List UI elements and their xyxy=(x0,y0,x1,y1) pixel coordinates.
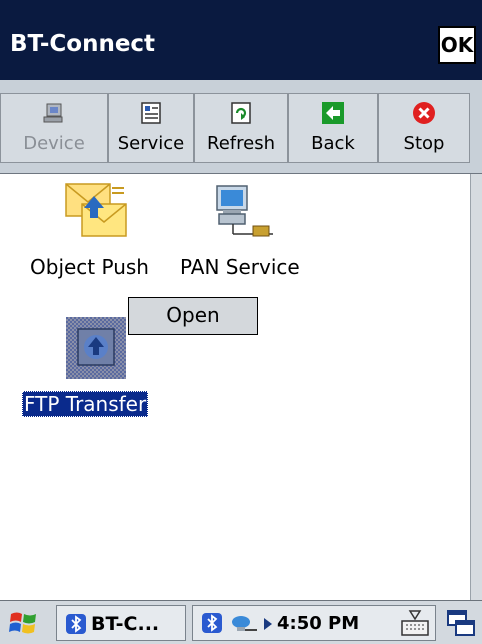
refresh-icon xyxy=(231,102,251,124)
device-button[interactable]: Device xyxy=(0,93,108,163)
context-menu-open[interactable]: Open xyxy=(129,302,257,328)
network-icon[interactable] xyxy=(231,613,261,635)
toolbar: Device Service Refresh Back Stop xyxy=(0,80,482,174)
window-switch-icon[interactable] xyxy=(446,608,476,638)
ftp-transfer-label[interactable]: FTP Transfer xyxy=(22,391,149,417)
context-menu: Open xyxy=(128,297,258,335)
bluetooth-app-icon xyxy=(66,614,86,634)
windows-flag-icon[interactable] xyxy=(8,608,40,638)
taskbar-task-label: BT-C... xyxy=(91,613,160,635)
taskbar: BT-C... 4:50 PM xyxy=(0,600,482,644)
object-push-label[interactable]: Object Push xyxy=(30,254,149,280)
device-icon xyxy=(43,103,63,123)
window-title: BT-Connect xyxy=(10,31,156,57)
refresh-label: Refresh xyxy=(207,133,275,154)
taskbar-task-bt-connect[interactable]: BT-C... xyxy=(56,605,186,641)
service-button[interactable]: Service xyxy=(108,93,194,163)
ftp-transfer-icon[interactable] xyxy=(64,315,128,381)
stop-label: Stop xyxy=(403,133,445,154)
service-label: Service xyxy=(117,133,185,154)
back-arrow-icon xyxy=(322,102,344,124)
ok-button[interactable]: OK xyxy=(438,26,476,64)
device-label: Device xyxy=(23,133,85,154)
back-label: Back xyxy=(311,133,355,154)
stop-button[interactable]: Stop xyxy=(378,93,470,163)
keyboard-icon[interactable] xyxy=(400,609,430,637)
clock[interactable]: 4:50 PM xyxy=(277,612,359,636)
bluetooth-icon[interactable] xyxy=(201,612,223,634)
pan-service-label[interactable]: PAN Service xyxy=(180,254,300,280)
title-bar: BT-Connect OK xyxy=(0,0,482,80)
service-icon xyxy=(141,102,161,124)
pan-service-icon[interactable] xyxy=(213,182,277,242)
object-push-icon[interactable] xyxy=(64,182,128,238)
vertical-scrollbar[interactable] xyxy=(470,174,482,600)
stop-icon xyxy=(413,102,435,124)
arrow-icon xyxy=(264,618,272,630)
back-button[interactable]: Back xyxy=(288,93,378,163)
refresh-button[interactable]: Refresh xyxy=(194,93,288,163)
